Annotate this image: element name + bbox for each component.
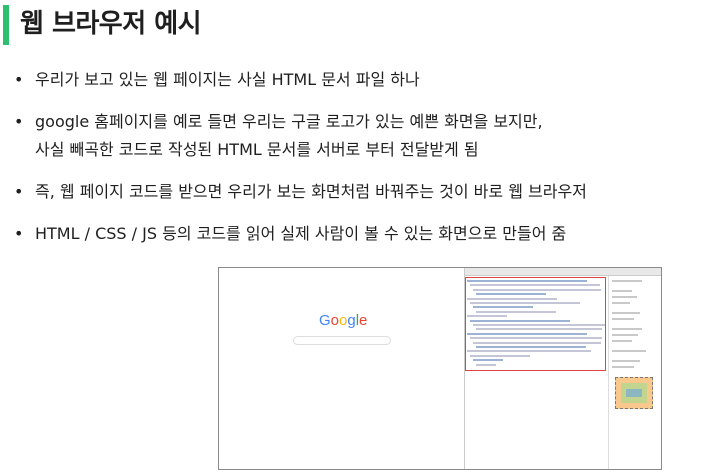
style-line <box>612 340 632 342</box>
html-source-highlight <box>465 277 606 371</box>
styles-pane <box>608 276 661 469</box>
bullet-item: HTML / CSS / JS 등의 코드를 읽어 실제 사람이 볼 수 있는 … <box>14 220 714 248</box>
bullet-text: 사실 빼곡한 코드로 작성된 HTML 문서를 서버로 부터 전달받게 됨 <box>35 140 479 159</box>
bullet-text: 우리가 보고 있는 웹 페이지는 사실 HTML 문서 파일 하나 <box>35 70 420 89</box>
style-line <box>612 290 632 292</box>
devtools-panel <box>464 268 661 469</box>
search-box-preview <box>293 336 391 345</box>
browser-screenshot: Google <box>218 267 662 470</box>
bullet-text: HTML / CSS / JS 등의 코드를 읽어 실제 사람이 볼 수 있는 … <box>35 224 567 243</box>
bullet-item: 즉, 웹 페이지 코드를 받으면 우리가 보는 화면처럼 바꿔주는 것이 바로 … <box>14 178 714 206</box>
style-line <box>612 296 637 298</box>
logo-letter: G <box>319 312 331 329</box>
title-accent-bar <box>3 5 9 45</box>
google-homepage-preview: Google <box>219 268 464 469</box>
box-model-content <box>626 389 642 397</box>
box-model-diagram <box>615 377 653 409</box>
style-line <box>612 302 630 304</box>
style-line <box>612 328 642 330</box>
logo-letter: g <box>347 312 356 329</box>
page-title: 웹 브라우저 예시 <box>20 9 202 39</box>
devtools-tabs <box>465 268 661 276</box>
bullet-text: google 홈페이지를 예로 들면 우리는 구글 로고가 있는 예쁜 화면을 … <box>35 112 543 131</box>
style-line <box>612 350 646 352</box>
style-line <box>612 360 640 362</box>
style-line <box>612 334 638 336</box>
style-line <box>612 280 642 282</box>
style-line <box>612 366 634 368</box>
box-model-padding <box>621 383 647 403</box>
bullet-list: 우리가 보고 있는 웹 페이지는 사실 HTML 문서 파일 하나 google… <box>14 66 714 262</box>
bullet-item: google 홈페이지를 예로 들면 우리는 구글 로고가 있는 예쁜 화면을 … <box>14 108 714 164</box>
logo-letter: e <box>359 312 368 329</box>
google-logo: Google <box>319 312 367 329</box>
logo-letter: o <box>330 312 340 329</box>
style-line <box>612 312 640 314</box>
bullet-item: 우리가 보고 있는 웹 페이지는 사실 HTML 문서 파일 하나 <box>14 66 714 94</box>
bullet-text: 즉, 웹 페이지 코드를 받으면 우리가 보는 화면처럼 바꿔주는 것이 바로 … <box>35 182 587 201</box>
style-line <box>612 318 634 320</box>
